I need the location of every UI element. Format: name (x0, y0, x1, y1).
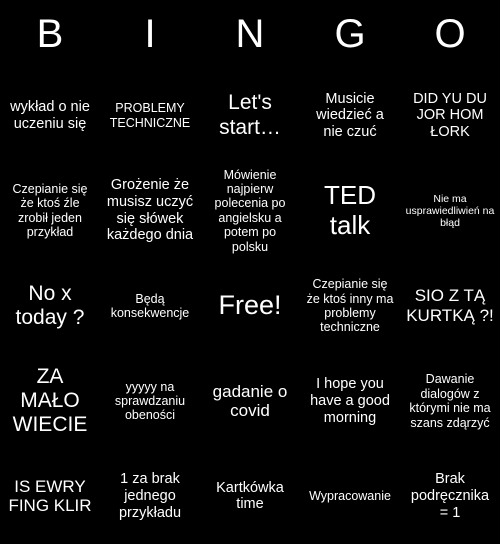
bingo-cell[interactable]: Brak podręcznika = 1 (400, 449, 500, 544)
bingo-cell-label: Będą konsekwencje (110, 291, 190, 320)
header-letter-n: N (235, 12, 265, 56)
bingo-cell[interactable]: 1 za brak jednego przykładu (100, 449, 200, 544)
bingo-cell-label: ZA MAŁO WIECIE (12, 364, 88, 437)
bingo-cell[interactable]: Czepianie się że ktoś inny ma problemy t… (300, 258, 400, 353)
header-letter-g: G (334, 12, 366, 56)
bingo-cell[interactable]: SIO Z TĄ KURTKĄ ?! (400, 258, 500, 353)
bingo-cell-label: Grożenie że musisz uczyć się słówek każd… (106, 177, 194, 244)
header-letter-i: I (144, 12, 156, 56)
header-letter-b: B (36, 12, 64, 56)
bingo-cell[interactable]: DID YU DU JOR HOM ŁORK (400, 68, 500, 163)
bingo-cell-label: wykład o nie uczeniu się (10, 98, 90, 132)
bingo-cell[interactable]: IS EWRY FING KLIR (0, 449, 100, 544)
bingo-cell[interactable]: Kartkówka time (200, 449, 300, 544)
bingo-cell-label: I hope you have a good morning (310, 376, 390, 426)
bingo-cell-label: Nie ma usprawiedliwień na błąd (405, 192, 495, 229)
bingo-cell-label: TED talk (324, 179, 376, 240)
bingo-cell[interactable]: No x today ? (0, 258, 100, 353)
bingo-cell-label: DID YU DU JOR HOM ŁORK (413, 90, 487, 140)
bingo-cell[interactable]: yyyyy na sprawdzaniu obeności (100, 354, 200, 449)
bingo-cell-label: yyyyy na sprawdzaniu obeności (114, 379, 186, 423)
bingo-cell[interactable]: Dawanie dialogów z którymi nie ma szans … (400, 354, 500, 449)
bingo-cell-label: No x today ? (15, 281, 85, 329)
bingo-cell-label: SIO Z TĄ KURTKĄ ?! (406, 286, 494, 325)
bingo-cell[interactable]: TED talk (300, 163, 400, 258)
bingo-cell-free[interactable]: Free! (200, 258, 300, 353)
bingo-cell-label: 1 za brak jednego przykładu (118, 471, 182, 521)
bingo-cell-label: Czepianie się że ktoś inny ma problemy t… (306, 277, 394, 335)
bingo-cell-label: Dawanie dialogów z którymi nie ma szans … (409, 372, 491, 430)
bingo-cell[interactable]: Grożenie że musisz uczyć się słówek każd… (100, 163, 200, 258)
bingo-cell-label: Musicie wiedzieć a nie czuć (316, 90, 384, 140)
bingo-cell[interactable]: gadanie o covid (200, 354, 300, 449)
bingo-cell[interactable]: Nie ma usprawiedliwień na błąd (400, 163, 500, 258)
bingo-cell-label: Free! (218, 290, 282, 321)
bingo-cell[interactable]: Będą konsekwencje (100, 258, 200, 353)
bingo-grid: wykład o nie uczeniu się PROBLEMY TECHNI… (0, 68, 500, 544)
bingo-cell[interactable]: Musicie wiedzieć a nie czuć (300, 68, 400, 163)
bingo-cell[interactable]: Mówienie najpierw polecenia po angielsku… (200, 163, 300, 258)
bingo-cell-label: Let's start… (219, 91, 281, 139)
bingo-cell-label: Kartkówka time (216, 479, 284, 513)
bingo-cell-label: Czepianie się że ktoś źle zrobił jeden p… (12, 182, 88, 240)
bingo-cell[interactable]: I hope you have a good morning (300, 354, 400, 449)
bingo-cell[interactable]: Czepianie się że ktoś źle zrobił jeden p… (0, 163, 100, 258)
bingo-cell-label: Wypracowanie (309, 489, 391, 504)
bingo-cell-label: IS EWRY FING KLIR (8, 476, 92, 516)
bingo-cell[interactable]: Wypracowanie (300, 449, 400, 544)
bingo-cell[interactable]: Let's start… (200, 68, 300, 163)
bingo-header: B I N G O (0, 0, 500, 68)
bingo-cell-label: Brak podręcznika = 1 (410, 471, 490, 521)
header-letter-o: O (434, 12, 466, 56)
bingo-card: B I N G O wykład o nie uczeniu się PROBL… (0, 0, 500, 544)
bingo-cell[interactable]: PROBLEMY TECHNICZNE (100, 68, 200, 163)
bingo-cell[interactable]: wykład o nie uczeniu się (0, 68, 100, 163)
bingo-cell-label: gadanie o covid (212, 381, 288, 421)
bingo-cell-label: Mówienie najpierw polecenia po angielsku… (214, 167, 286, 254)
bingo-cell[interactable]: ZA MAŁO WIECIE (0, 354, 100, 449)
bingo-cell-label: PROBLEMY TECHNICZNE (109, 101, 191, 130)
